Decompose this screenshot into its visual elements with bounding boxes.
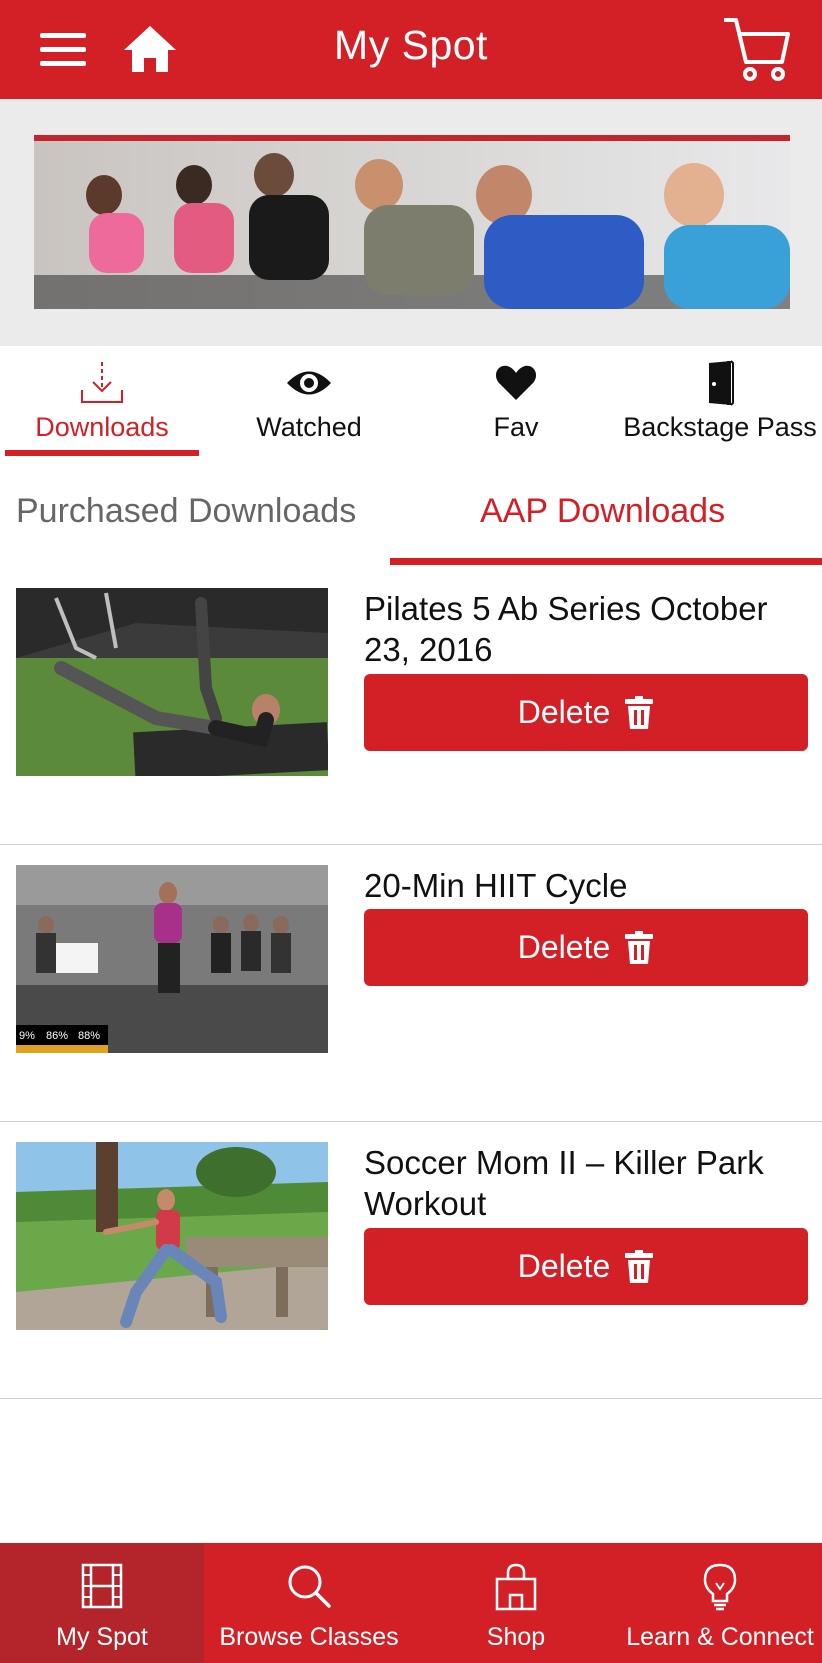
active-tab-indicator [5,450,199,456]
tab-purchased-downloads[interactable]: Purchased Downloads [16,492,356,531]
nav-shop[interactable]: Shop [414,1543,618,1663]
pilates-video-thumbnail[interactable] [16,588,328,776]
delete-button[interactable]: Delete [364,1228,808,1305]
lightbulb-icon [703,1563,737,1611]
search-icon [288,1565,331,1608]
delete-button[interactable]: Delete [364,674,808,751]
heart-icon [495,365,537,400]
tab-downloads[interactable]: Downloads [0,346,204,462]
trash-icon [625,695,654,729]
nav-learn-connect[interactable]: Learn & Connect [618,1543,822,1663]
bottom-navigation: My Spot Browse Classes Shop Learn & Conn… [0,1543,822,1663]
delete-label: Delete [517,929,611,965]
overlay-stat: 88% [78,1030,100,1042]
delete-label: Delete [517,1248,611,1284]
tab-fav-label: Fav [493,412,539,442]
door-icon [709,360,734,406]
list-item: 9% 86% 88% 20-Min HIIT Cycle Delete [0,845,822,1122]
tab-backstage-pass[interactable]: Backstage Pass [618,346,822,462]
delete-label: Delete [517,694,611,730]
section-tabs: Downloads Watched Fav Backstage Pass [0,346,822,462]
park-workout-video-thumbnail[interactable] [16,1142,328,1330]
trash-icon [625,1249,654,1283]
list-item: Pilates 5 Ab Series October 23, 2016 Del… [0,568,822,845]
shopping-bag-icon [495,1563,537,1611]
overlay-stat: 9% [19,1030,35,1042]
nav-browse-classes[interactable]: Browse Classes [204,1543,414,1663]
nav-my-spot[interactable]: My Spot [0,1543,204,1663]
shopping-cart-icon[interactable] [722,16,792,86]
banner-area [0,99,822,346]
delete-button[interactable]: Delete [364,909,808,986]
overlay-stat: 86% [46,1030,68,1042]
cycling-class-banner-image [34,135,790,309]
video-title: Soccer Mom II – Killer Park Workout [364,1144,764,1222]
nav-learn-connect-label: Learn & Connect [626,1623,814,1651]
app-header: My Spot [0,0,822,99]
page-title: My Spot [334,22,488,68]
nav-my-spot-label: My Spot [56,1623,148,1651]
eye-icon [287,371,331,395]
trash-icon [625,930,654,964]
tab-aap-downloads[interactable]: AAP Downloads [480,492,725,531]
nav-browse-classes-label: Browse Classes [219,1623,399,1651]
nav-shop-label: Shop [486,1623,546,1651]
tab-downloads-label: Downloads [35,412,169,442]
download-type-tabs: Purchased Downloads AAP Downloads [0,462,822,568]
tab-backstage-pass-label: Backstage Pass [623,412,817,442]
download-icon [81,362,123,403]
video-title: 20-Min HIIT Cycle [364,867,628,904]
hiit-cycle-video-thumbnail[interactable]: 9% 86% 88% [16,865,328,1053]
list-item: Soccer Mom II – Killer Park Workout Dele… [0,1122,822,1399]
video-title: Pilates 5 Ab Series October 23, 2016 [364,590,768,668]
tab-watched-label: Watched [256,412,362,442]
film-icon [81,1563,123,1609]
tab-watched[interactable]: Watched [204,346,414,462]
tab-fav[interactable]: Fav [414,346,618,462]
active-subtab-indicator [390,558,822,565]
